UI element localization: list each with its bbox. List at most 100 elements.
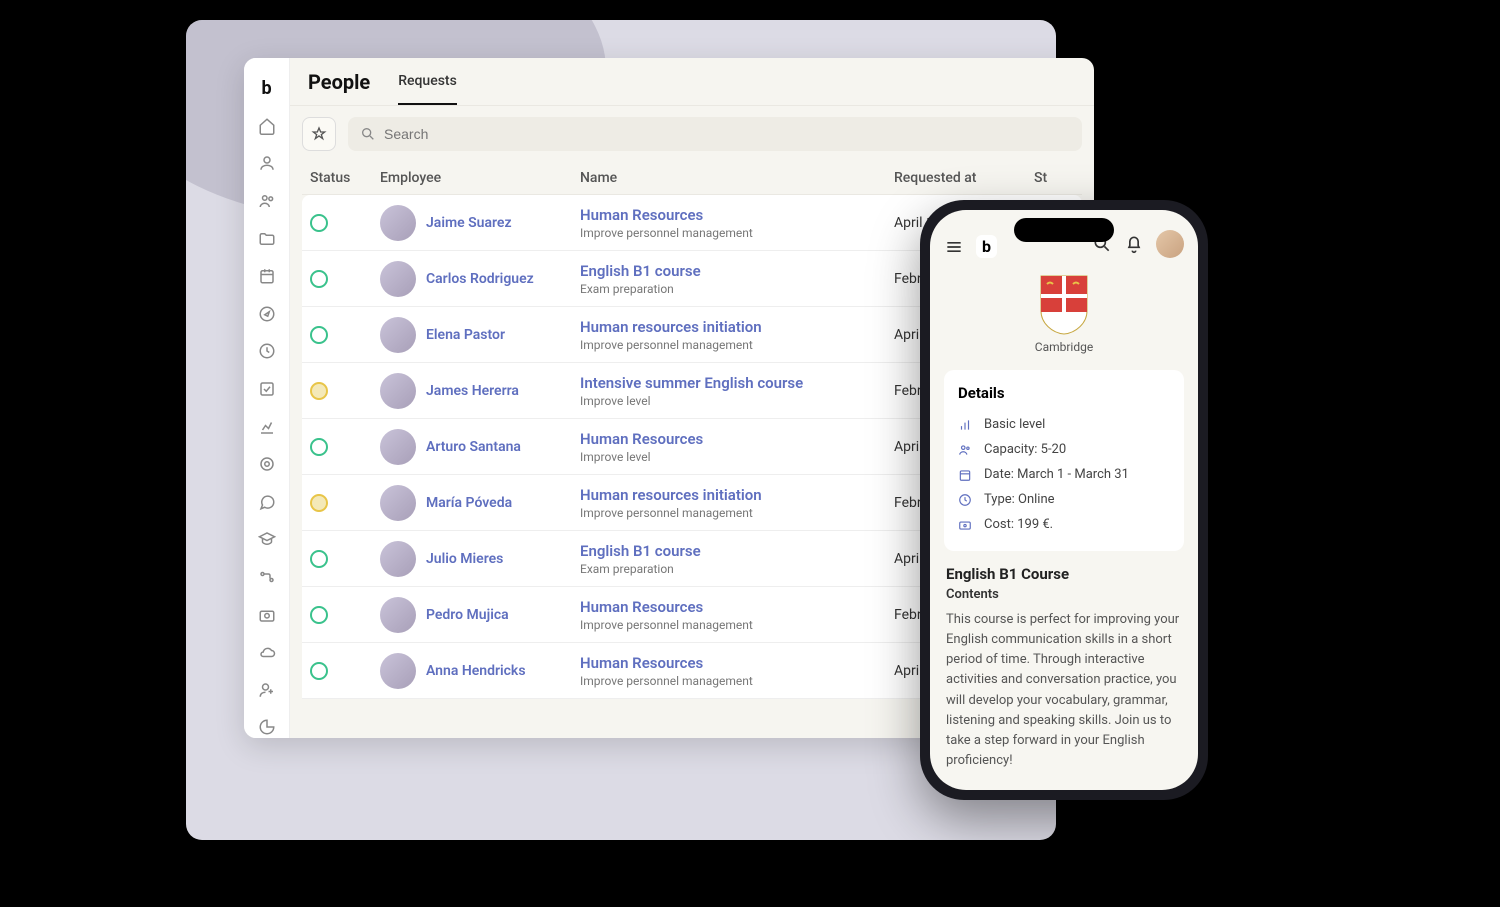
detail-date: Date: March 1 - March 31 <box>958 462 1170 487</box>
phone-logo: b <box>976 235 997 258</box>
course-subtitle: Improve personnel management <box>580 506 894 520</box>
avatar <box>380 597 416 633</box>
people-icon[interactable] <box>256 190 278 212</box>
header-employee: Employee <box>380 170 580 186</box>
course-subtitle: Improve personnel management <box>580 618 894 632</box>
header-st: St <box>1034 170 1074 186</box>
phone-notch <box>1014 218 1114 242</box>
course-subtitle: Improve level <box>580 394 894 408</box>
page-title: People <box>308 70 370 94</box>
employee-name[interactable]: Carlos Rodriguez <box>426 271 534 287</box>
menu-icon[interactable] <box>944 237 964 257</box>
header-name: Name <box>580 170 894 186</box>
calendar-icon[interactable] <box>256 265 278 287</box>
chart-icon[interactable] <box>256 416 278 438</box>
status-indicator <box>310 494 328 512</box>
course-title: English B1 Course <box>946 565 1182 583</box>
course-link[interactable]: Human Resources <box>580 598 894 616</box>
search-input[interactable] <box>384 126 1070 142</box>
employee-name[interactable]: María Póveda <box>426 495 512 511</box>
course-subtitle: Exam preparation <box>580 562 894 576</box>
capacity-icon <box>958 443 974 457</box>
detail-capacity: Capacity: 5-20 <box>958 437 1170 462</box>
star-icon <box>311 126 327 142</box>
status-indicator <box>310 550 328 568</box>
avatar <box>380 485 416 521</box>
phone-screen: b Cambridge Details <box>930 210 1198 790</box>
course-link[interactable]: Human resources initiation <box>580 486 894 504</box>
avatar <box>380 541 416 577</box>
level-icon <box>958 418 974 432</box>
employee-name[interactable]: Elena Pastor <box>426 327 505 343</box>
status-indicator <box>310 382 328 400</box>
employee-name[interactable]: Anna Hendricks <box>426 663 526 679</box>
course-subtitle: Improve level <box>580 450 894 464</box>
favorite-button[interactable] <box>302 117 336 151</box>
status-indicator <box>310 270 328 288</box>
tab-requests[interactable]: Requests <box>398 59 457 105</box>
employee-name[interactable]: Arturo Santana <box>426 439 521 455</box>
status-indicator <box>310 606 328 624</box>
type-icon <box>958 493 974 507</box>
detail-cost: Cost: 199 €. <box>958 512 1170 537</box>
employee-name[interactable]: Pedro Mujica <box>426 607 509 623</box>
status-indicator <box>310 438 328 456</box>
avatar <box>380 373 416 409</box>
status-indicator <box>310 662 328 680</box>
course-link[interactable]: Human Resources <box>580 206 894 224</box>
user-icon[interactable] <box>256 153 278 175</box>
course-subtitle: Improve personnel management <box>580 674 894 688</box>
status-indicator <box>310 214 328 232</box>
course-block: English B1 Course Contents This course i… <box>930 561 1198 787</box>
crest-label: Cambridge <box>1035 340 1093 354</box>
course-subtitle: Exam preparation <box>580 282 894 296</box>
flow-icon[interactable] <box>256 566 278 588</box>
crest-icon <box>1039 274 1089 336</box>
cloud-icon[interactable] <box>256 641 278 663</box>
avatar <box>380 261 416 297</box>
sidebar: b <box>244 58 290 738</box>
search-row <box>290 106 1094 162</box>
search-box[interactable] <box>348 117 1082 151</box>
check-square-icon[interactable] <box>256 378 278 400</box>
search-icon <box>360 126 376 142</box>
home-icon[interactable] <box>256 115 278 137</box>
detail-date-text: Date: March 1 - March 31 <box>984 467 1129 482</box>
chat-icon[interactable] <box>256 491 278 513</box>
details-title: Details <box>958 384 1170 402</box>
compass-icon[interactable] <box>256 303 278 325</box>
user-plus-icon[interactable] <box>256 679 278 701</box>
phone-frame: b Cambridge Details <box>920 200 1208 800</box>
employee-name[interactable]: Jaime Suarez <box>426 215 512 231</box>
course-link[interactable]: Human resources initiation <box>580 318 894 336</box>
course-link[interactable]: English B1 course <box>580 542 894 560</box>
course-description: This course is perfect for improving you… <box>946 610 1182 771</box>
pie-icon[interactable] <box>256 717 278 739</box>
course-subtitle: Improve personnel management <box>580 338 894 352</box>
camera-icon[interactable] <box>256 604 278 626</box>
detail-type: Type: Online <box>958 487 1170 512</box>
target-icon[interactable] <box>256 453 278 475</box>
bell-icon[interactable] <box>1124 234 1144 254</box>
course-link[interactable]: English B1 course <box>580 262 894 280</box>
avatar <box>380 205 416 241</box>
detail-cost-text: Cost: 199 €. <box>984 517 1053 532</box>
employee-name[interactable]: James Hererra <box>426 383 519 399</box>
topbar: People Requests <box>290 58 1094 106</box>
course-link[interactable]: Intensive summer English course <box>580 374 894 392</box>
folder-icon[interactable] <box>256 228 278 250</box>
crest-area: Cambridge <box>930 266 1198 360</box>
date-icon <box>958 468 974 482</box>
avatar[interactable] <box>1156 230 1184 258</box>
clock-icon[interactable] <box>256 341 278 363</box>
course-link[interactable]: Human Resources <box>580 430 894 448</box>
detail-type-text: Type: Online <box>984 492 1055 507</box>
course-link[interactable]: Human Resources <box>580 654 894 672</box>
details-card: Details Basic level Capacity: 5-20 Date:… <box>944 370 1184 551</box>
detail-level: Basic level <box>958 412 1170 437</box>
logo: b <box>261 78 271 99</box>
employee-name[interactable]: Julio Mieres <box>426 551 503 567</box>
avatar <box>380 317 416 353</box>
detail-capacity-text: Capacity: 5-20 <box>984 442 1066 457</box>
graduation-icon[interactable] <box>256 529 278 551</box>
